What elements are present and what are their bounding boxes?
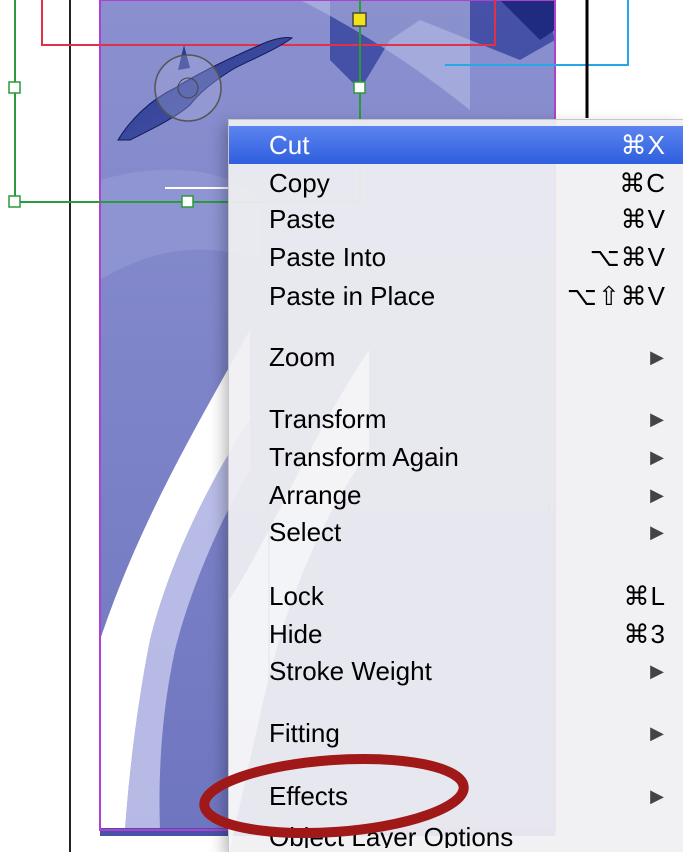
menu-item-label: Object Layer Options: [269, 822, 514, 848]
content-grabber-handle[interactable]: [352, 12, 367, 27]
menu-item-stroke-weight[interactable]: Stroke Weight ▶: [229, 652, 683, 690]
menu-item-paste[interactable]: Paste ⌘V: [229, 200, 683, 238]
menu-item-arrange[interactable]: Arrange ▶: [229, 476, 683, 514]
menu-item-label: Paste Into: [269, 242, 387, 272]
menu-item-label: Stroke Weight: [269, 656, 432, 686]
menu-item-hide[interactable]: Hide ⌘3: [229, 615, 683, 653]
submenu-arrow-icon: ▶: [650, 723, 664, 743]
shortcut-label: ⌘V: [620, 204, 666, 234]
context-menu: Cut ⌘X Copy ⌘C Paste ⌘V Paste Into ⌥⌘V P…: [228, 119, 683, 852]
submenu-arrow-icon: ▶: [650, 409, 664, 429]
reference-point-circle[interactable]: [154, 54, 222, 122]
menu-item-effects[interactable]: Effects ▶: [229, 777, 683, 815]
menu-item-transform[interactable]: Transform ▶: [229, 400, 683, 438]
menu-item-label: Transform Again: [269, 442, 459, 472]
menu-item-label: Zoom: [269, 342, 336, 372]
menu-item-paste-into[interactable]: Paste Into ⌥⌘V: [229, 238, 683, 276]
shortcut-label: ⌥⌘V: [589, 242, 666, 272]
shortcut-label: ⌘3: [623, 619, 666, 649]
menu-item-fitting[interactable]: Fitting ▶: [229, 714, 683, 752]
submenu-arrow-icon: ▶: [650, 786, 664, 806]
menu-item-zoom[interactable]: Zoom ▶: [229, 338, 683, 376]
menu-item-label: Transform: [269, 404, 387, 434]
menu-item-label: Lock: [269, 581, 324, 611]
menu-item-label: Paste: [269, 204, 336, 234]
submenu-arrow-icon: ▶: [650, 447, 664, 467]
menu-item-label: Select: [269, 517, 342, 547]
menu-item-object-layer-options[interactable]: Object Layer Options: [229, 818, 683, 848]
submenu-arrow-icon: ▶: [650, 347, 664, 367]
shortcut-label: ⌥⇧⌘V: [566, 281, 666, 311]
selection-handle[interactable]: [181, 195, 194, 208]
menu-item-label: Copy: [269, 168, 330, 198]
submenu-arrow-icon: ▶: [650, 485, 664, 505]
menu-item-label: Cut: [269, 130, 310, 160]
menu-item-label: Effects: [269, 781, 349, 811]
submenu-arrow-icon: ▶: [650, 522, 664, 542]
menu-item-paste-in-place[interactable]: Paste in Place ⌥⇧⌘V: [229, 277, 683, 315]
indesign-document-view: Cut ⌘X Copy ⌘C Paste ⌘V Paste Into ⌥⌘V P…: [0, 0, 683, 852]
menu-item-cut[interactable]: Cut ⌘X: [229, 126, 683, 164]
menu-item-select[interactable]: Select ▶: [229, 513, 683, 551]
menu-item-lock[interactable]: Lock ⌘L: [229, 577, 683, 615]
shortcut-label: ⌘X: [620, 130, 666, 160]
submenu-arrow-icon: ▶: [650, 661, 664, 681]
menu-item-label: Hide: [269, 619, 323, 649]
menu-item-label: Arrange: [269, 480, 362, 510]
selection-handle[interactable]: [8, 81, 21, 94]
shortcut-label: ⌘L: [623, 581, 666, 611]
shortcut-label: ⌘C: [619, 168, 666, 198]
menu-item-label: Paste in Place: [269, 281, 436, 311]
selection-handle[interactable]: [8, 195, 21, 208]
menu-item-transform-again[interactable]: Transform Again ▶: [229, 438, 683, 476]
menu-item-copy[interactable]: Copy ⌘C: [229, 164, 683, 202]
selection-handle[interactable]: [353, 81, 366, 94]
menu-item-label: Fitting: [269, 718, 340, 748]
